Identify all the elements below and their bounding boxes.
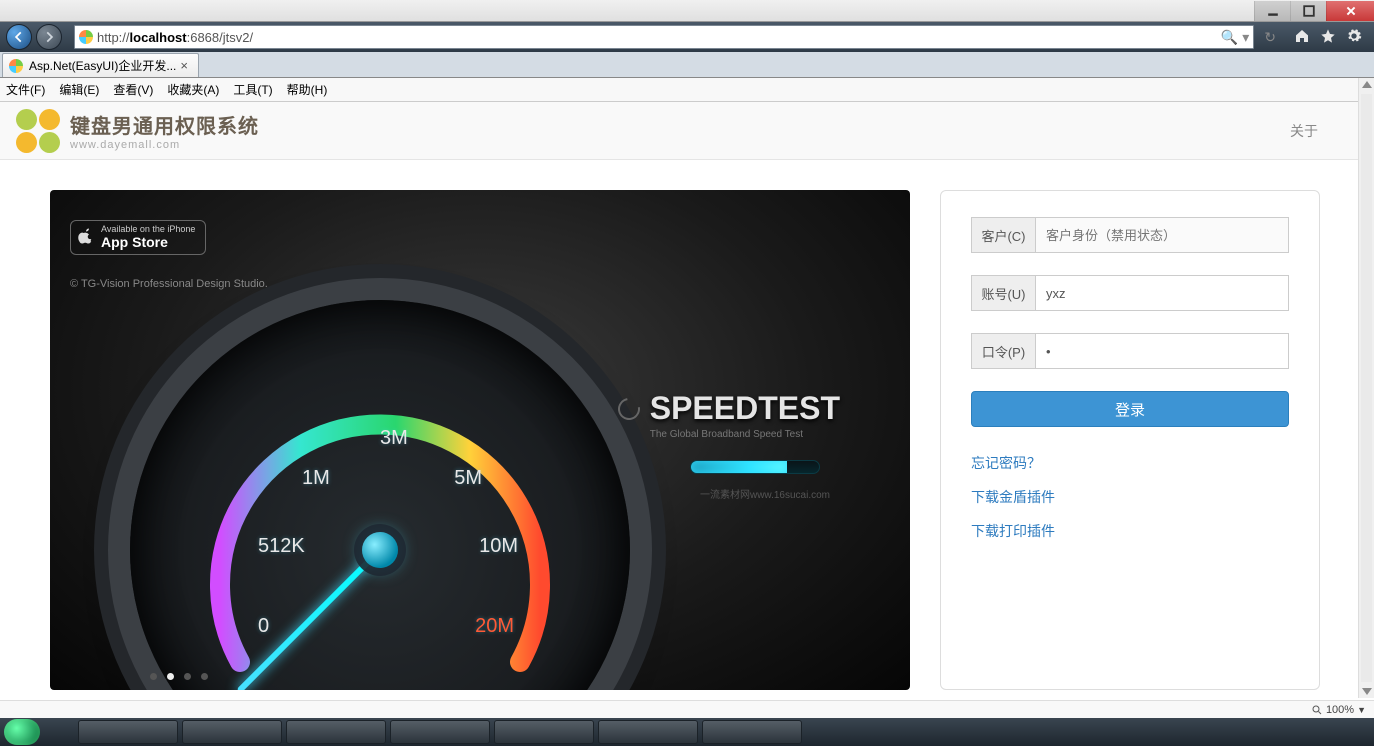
url-text: http://localhost:6868/jtsv2/: [97, 30, 253, 45]
start-button[interactable]: [4, 719, 40, 745]
status-bar: 100% ▼: [0, 700, 1374, 718]
appstore-title: App Store: [101, 235, 195, 250]
speedtest-progress: [690, 460, 820, 474]
zoom-control[interactable]: 100% ▼: [1311, 704, 1366, 716]
download-print-plugin-link[interactable]: 下载打印插件: [971, 521, 1289, 541]
banner-carousel[interactable]: Available on the iPhone App Store © TG-V…: [50, 190, 910, 690]
back-button[interactable]: [6, 24, 32, 50]
window-close-button[interactable]: [1326, 1, 1374, 21]
browser-tab[interactable]: Asp.Net(EasyUI)企业开发... ×: [2, 53, 199, 77]
speedtest-subtitle: The Global Broadband Speed Test: [650, 429, 840, 440]
taskbar-item[interactable]: [182, 720, 282, 744]
zoom-icon: [1311, 704, 1323, 716]
gauge-tick-1m: 1M: [302, 467, 330, 490]
browser-navbar: http://localhost:6868/jtsv2/ 🔍 ▾ ↻: [0, 22, 1374, 52]
page-scrollbar[interactable]: [1358, 78, 1374, 698]
banner-watermark: 一流素材网www.16sucai.com: [700, 486, 830, 501]
tab-close-button[interactable]: ×: [176, 58, 192, 73]
refresh-button[interactable]: ↻: [1264, 29, 1276, 46]
tab-strip: Asp.Net(EasyUI)企业开发... ×: [0, 52, 1374, 78]
speedtest-label: SPEEDTEST The Global Broadband Speed Tes…: [650, 390, 840, 440]
taskbar-item[interactable]: [78, 720, 178, 744]
banner-copyright: © TG-Vision Professional Design Studio.: [70, 278, 268, 290]
url-favicon: [79, 30, 93, 44]
customer-label: 客户(C): [971, 217, 1035, 253]
tab-favicon: [9, 59, 23, 73]
gauge-tick-5m: 5M: [454, 467, 482, 490]
gauge-tick-512k: 512K: [258, 535, 305, 558]
carousel-dots[interactable]: [150, 673, 208, 680]
about-link[interactable]: 关于: [1290, 121, 1358, 141]
address-bar[interactable]: http://localhost:6868/jtsv2/ 🔍 ▾: [74, 25, 1254, 49]
password-input[interactable]: [1035, 333, 1289, 369]
taskbar-item[interactable]: [286, 720, 386, 744]
account-input[interactable]: [1035, 275, 1289, 311]
tab-title: Asp.Net(EasyUI)企业开发...: [29, 57, 176, 74]
taskbar-item[interactable]: [390, 720, 490, 744]
site-subtitle: www.dayemall.com: [70, 139, 259, 151]
gauge-tick-0: 0: [258, 615, 269, 638]
customer-input: [1035, 217, 1289, 253]
menu-edit[interactable]: 编辑(E): [59, 81, 99, 98]
speedtest-title: SPEEDTEST: [650, 390, 840, 427]
menu-file[interactable]: 文件(F): [6, 81, 45, 98]
site-logo-icon: [16, 109, 60, 153]
forgot-password-link[interactable]: 忘记密码？: [971, 453, 1289, 473]
taskbar-item[interactable]: [702, 720, 802, 744]
speed-gauge: 0 512K 1M 3M 5M 10M 20M: [130, 300, 630, 690]
settings-icon[interactable]: [1346, 28, 1362, 47]
gauge-tick-20m: 20M: [475, 615, 514, 638]
account-label: 账号(U): [971, 275, 1035, 311]
window-minimize-button[interactable]: [1254, 1, 1290, 21]
window-maximize-button[interactable]: [1290, 1, 1326, 21]
zoom-value: 100%: [1326, 704, 1354, 716]
site-title: 键盘男通用权限系统: [70, 110, 259, 139]
taskbar[interactable]: [0, 718, 1374, 746]
login-panel: 客户(C) 账号(U) 口令(P) 登录 忘记密码？ 下载金盾插件 下载打印插件: [940, 190, 1320, 690]
taskbar-item[interactable]: [598, 720, 698, 744]
main-content: Available on the iPhone App Store © TG-V…: [0, 160, 1374, 720]
appstore-badge[interactable]: Available on the iPhone App Store: [70, 220, 206, 255]
login-button[interactable]: 登录: [971, 391, 1289, 427]
browser-menubar: 文件(F) 编辑(E) 查看(V) 收藏夹(A) 工具(T) 帮助(H): [0, 78, 1374, 102]
gauge-tick-10m: 10M: [479, 535, 518, 558]
menu-view[interactable]: 查看(V): [113, 81, 153, 98]
menu-fav[interactable]: 收藏夹(A): [167, 81, 219, 98]
menu-tools[interactable]: 工具(T): [233, 81, 272, 98]
favorites-icon[interactable]: [1320, 28, 1336, 47]
window-titlebar: [0, 0, 1374, 22]
gauge-tick-3m: 3M: [380, 427, 408, 450]
password-label: 口令(P): [971, 333, 1035, 369]
download-shield-plugin-link[interactable]: 下载金盾插件: [971, 487, 1289, 507]
forward-button[interactable]: [36, 24, 62, 50]
taskbar-item[interactable]: [494, 720, 594, 744]
home-icon[interactable]: [1294, 28, 1310, 47]
page-header: 键盘男通用权限系统 www.dayemall.com 关于: [0, 102, 1374, 160]
menu-help[interactable]: 帮助(H): [287, 81, 328, 98]
search-icon[interactable]: 🔍 ▾: [1221, 29, 1249, 46]
